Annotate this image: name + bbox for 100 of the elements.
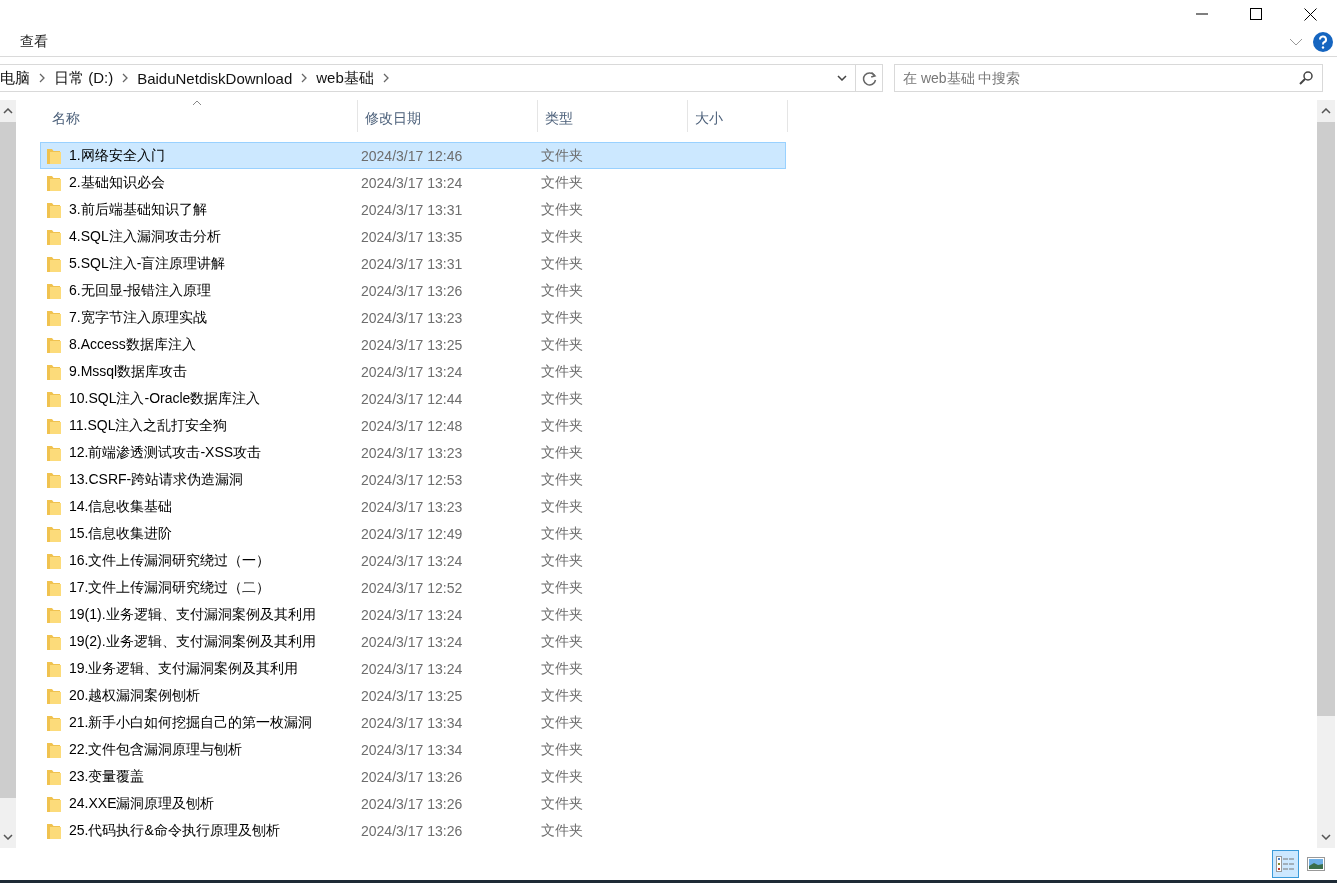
file-name: 21.新手小白如何挖掘自己的第一枚漏洞 <box>69 713 314 732</box>
modified-date: 2024/3/17 13:34 <box>361 714 464 731</box>
file-row[interactable]: 25.代码执行&命令执行原理及刨析 2024/3/17 13:26 文件夹 <box>40 817 786 844</box>
search-field[interactable]: 在 web基础 中搜索 <box>894 64 1323 92</box>
address-bar[interactable]: 电脑 日常 (D:) BaiduNetdiskDownload web基础 <box>0 64 883 92</box>
breadcrumb-item[interactable]: 电脑 <box>0 65 34 91</box>
folder-icon <box>47 741 61 758</box>
file-row[interactable]: 7.宽字节注入原理实战 2024/3/17 13:23 文件夹 <box>40 304 786 331</box>
chevron-right-icon[interactable] <box>301 73 308 83</box>
file-row[interactable]: 11.SQL注入之乱打安全狗 2024/3/17 12:48 文件夹 <box>40 412 786 439</box>
folder-icon <box>47 579 61 596</box>
file-row[interactable]: 4.SQL注入漏洞攻击分析 2024/3/17 13:35 文件夹 <box>40 223 786 250</box>
chevron-right-icon[interactable] <box>382 73 389 83</box>
file-type: 文件夹 <box>541 254 584 273</box>
landscape-thumbnail-icon <box>1306 857 1325 871</box>
chevron-up-icon[interactable] <box>3 108 13 114</box>
modified-date: 2024/3/17 13:26 <box>361 282 464 299</box>
search-icon <box>1299 71 1313 85</box>
column-header[interactable]: 名称 <box>40 100 358 132</box>
file-row[interactable]: 2.基础知识必会 2024/3/17 13:24 文件夹 <box>40 169 786 196</box>
file-name: 25.代码执行&命令执行原理及刨析 <box>69 821 281 840</box>
modified-date: 2024/3/17 13:26 <box>361 795 464 812</box>
file-row[interactable]: 1.网络安全入门 2024/3/17 12:46 文件夹 <box>40 142 786 169</box>
chevron-down-icon[interactable] <box>1321 834 1331 840</box>
modified-date: 2024/3/17 13:24 <box>361 633 464 650</box>
file-row[interactable]: 19(1).业务逻辑、支付漏洞案例及其利用 2024/3/17 13:24 文件夹 <box>40 601 786 628</box>
file-row[interactable]: 8.Access数据库注入 2024/3/17 13:25 文件夹 <box>40 331 786 358</box>
ribbon-tab[interactable]: 查看 <box>20 31 48 53</box>
folder-icon <box>47 660 61 677</box>
folder-icon <box>47 795 61 812</box>
column-header[interactable]: 类型 <box>538 100 688 132</box>
folder-icon <box>47 309 61 326</box>
file-row[interactable]: 5.SQL注入-盲注原理讲解 2024/3/17 13:31 文件夹 <box>40 250 786 277</box>
column-header[interactable]: 大小 <box>688 100 788 132</box>
folder-icon <box>47 552 61 569</box>
file-row[interactable]: 13.CSRF-跨站请求伪造漏洞 2024/3/17 12:53 文件夹 <box>40 466 786 493</box>
breadcrumb-item[interactable]: web基础 <box>312 65 378 91</box>
help-icon[interactable] <box>1313 32 1333 52</box>
file-name: 14.信息收集基础 <box>69 497 174 516</box>
file-row[interactable]: 22.文件包含漏洞原理与刨析 2024/3/17 13:34 文件夹 <box>40 736 786 763</box>
scrollbar-thumb[interactable] <box>1317 122 1335 716</box>
scrollbar[interactable] <box>1317 100 1335 848</box>
file-type: 文件夹 <box>541 227 584 246</box>
file-name: 19(1).业务逻辑、支付漏洞案例及其利用 <box>69 605 317 624</box>
file-row[interactable]: 17.文件上传漏洞研究绕过（二） 2024/3/17 12:52 文件夹 <box>40 574 786 601</box>
file-name: 10.SQL注入-Oracle数据库注入 <box>69 389 262 408</box>
file-row[interactable]: 14.信息收集基础 2024/3/17 13:23 文件夹 <box>40 493 786 520</box>
modified-date: 2024/3/17 13:31 <box>361 255 464 272</box>
file-row[interactable]: 3.前后端基础知识了解 2024/3/17 13:31 文件夹 <box>40 196 786 223</box>
file-type: 文件夹 <box>541 740 584 759</box>
file-row[interactable]: 6.无回显-报错注入原理 2024/3/17 13:26 文件夹 <box>40 277 786 304</box>
column-header[interactable]: 修改日期 <box>358 100 538 132</box>
file-name: 13.CSRF-跨站请求伪造漏洞 <box>69 470 245 489</box>
breadcrumb-item[interactable]: BaiduNetdiskDownload <box>133 65 297 91</box>
file-row[interactable]: 9.Mssql数据库攻击 2024/3/17 13:24 文件夹 <box>40 358 786 385</box>
file-name: 19(2).业务逻辑、支付漏洞案例及其利用 <box>69 632 317 651</box>
modified-date: 2024/3/17 12:53 <box>361 471 464 488</box>
file-name: 24.XXE漏洞原理及刨析 <box>69 794 216 813</box>
modified-date: 2024/3/17 13:24 <box>361 552 464 569</box>
file-row[interactable]: 12.前端渗透测试攻击-XSS攻击 2024/3/17 13:23 文件夹 <box>40 439 786 466</box>
folder-icon <box>47 228 61 245</box>
file-name: 20.越权漏洞案例刨析 <box>69 686 202 705</box>
breadcrumb-item[interactable]: 日常 (D:) <box>50 65 118 91</box>
file-name: 19.业务逻辑、支付漏洞案例及其利用 <box>69 659 300 678</box>
modified-date: 2024/3/17 12:44 <box>361 390 464 407</box>
sort-caret-icon[interactable] <box>192 100 202 106</box>
minimize-icon <box>1196 13 1208 15</box>
file-row[interactable]: 10.SQL注入-Oracle数据库注入 2024/3/17 12:44 文件夹 <box>40 385 786 412</box>
file-row[interactable]: 19.业务逻辑、支付漏洞案例及其利用 2024/3/17 13:24 文件夹 <box>40 655 786 682</box>
file-type: 文件夹 <box>541 632 584 651</box>
modified-date: 2024/3/17 13:24 <box>361 660 464 677</box>
folder-icon <box>47 714 61 731</box>
file-type: 文件夹 <box>541 308 584 327</box>
chevron-up-icon[interactable] <box>1321 108 1331 114</box>
modified-date: 2024/3/17 12:52 <box>361 579 464 596</box>
folder-icon <box>47 174 61 191</box>
file-row[interactable]: 21.新手小白如何挖掘自己的第一枚漏洞 2024/3/17 13:34 文件夹 <box>40 709 786 736</box>
file-row[interactable]: 24.XXE漏洞原理及刨析 2024/3/17 13:26 文件夹 <box>40 790 786 817</box>
chevron-down-icon[interactable] <box>837 75 847 81</box>
folder-icon <box>47 147 61 164</box>
file-row[interactable]: 19(2).业务逻辑、支付漏洞案例及其利用 2024/3/17 13:24 文件夹 <box>40 628 786 655</box>
file-type: 文件夹 <box>541 362 584 381</box>
refresh-icon[interactable] <box>861 70 877 86</box>
file-type: 文件夹 <box>541 389 584 408</box>
chevron-right-icon[interactable] <box>122 73 129 83</box>
file-name: 9.Mssql数据库攻击 <box>69 362 189 381</box>
view-toggle-button[interactable] <box>1272 850 1299 878</box>
file-row[interactable]: 23.变量覆盖 2024/3/17 13:26 文件夹 <box>40 763 786 790</box>
file-row[interactable]: 15.信息收集进阶 2024/3/17 12:49 文件夹 <box>40 520 786 547</box>
file-row[interactable]: 16.文件上传漏洞研究绕过（一） 2024/3/17 13:24 文件夹 <box>40 547 786 574</box>
file-type: 文件夹 <box>541 767 584 786</box>
file-name: 11.SQL注入之乱打安全狗 <box>69 416 229 435</box>
details-view-icon <box>1276 856 1295 872</box>
file-type: 文件夹 <box>541 659 584 678</box>
modified-date: 2024/3/17 13:24 <box>361 363 464 380</box>
file-row[interactable]: 20.越权漏洞案例刨析 2024/3/17 13:25 文件夹 <box>40 682 786 709</box>
chevron-down-icon[interactable] <box>3 834 13 840</box>
file-type: 文件夹 <box>541 497 584 516</box>
chevron-right-icon[interactable] <box>39 73 45 83</box>
modified-date: 2024/3/17 12:46 <box>361 147 464 164</box>
